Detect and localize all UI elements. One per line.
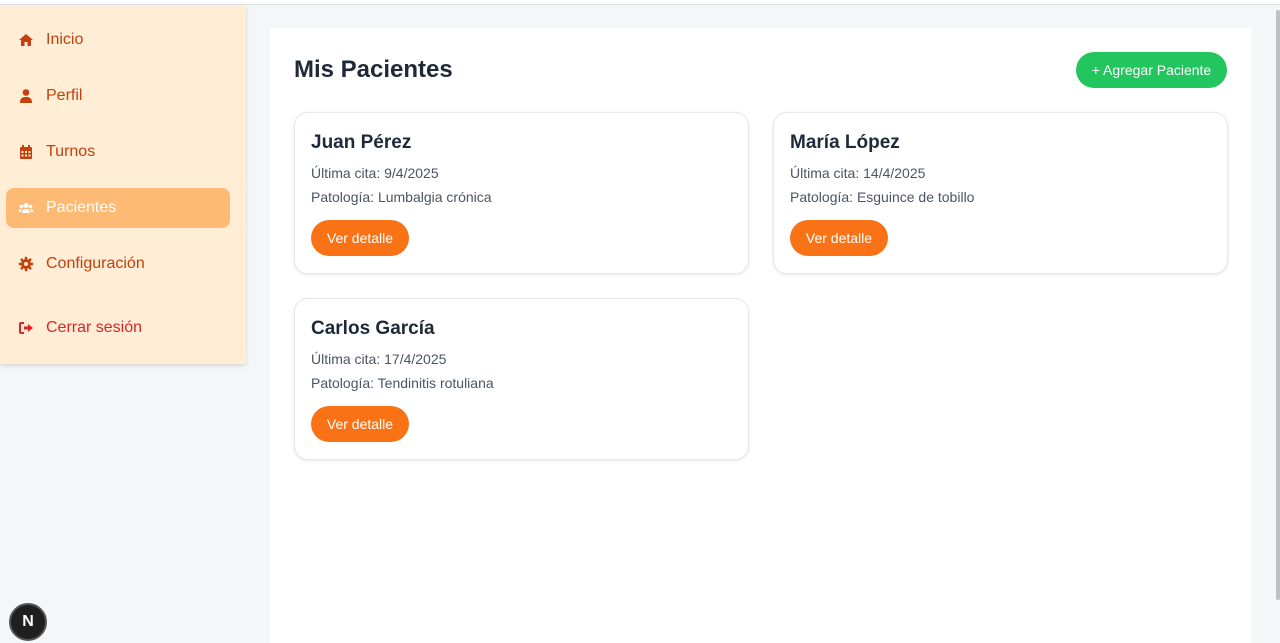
home-icon: [18, 32, 34, 48]
patient-name: María López: [790, 132, 900, 153]
sidebar-item-turnos[interactable]: Turnos: [6, 132, 230, 172]
patient-name: Carlos García: [311, 318, 435, 339]
patient-pathology: Patología: Esguince de tobillo: [790, 189, 975, 205]
sidebar-item-label: Turnos: [46, 143, 96, 160]
gear-icon: [18, 256, 34, 272]
patient-card: Juan Pérez Última cita: 9/4/2025 Patolog…: [294, 112, 749, 274]
patient-name: Juan Pérez: [311, 132, 412, 153]
sidebar-item-label: Perfil: [46, 87, 83, 104]
sidebar-item-pacientes[interactable]: Pacientes: [6, 188, 230, 228]
page-title: Mis Pacientes: [294, 56, 453, 83]
patient-last-visit: Última cita: 17/4/2025: [311, 351, 447, 367]
add-patient-button[interactable]: + Agregar Paciente: [1076, 52, 1227, 88]
sidebar-item-label: Inicio: [46, 31, 84, 48]
logout-icon: [18, 320, 34, 336]
patient-pathology: Patología: Lumbalgia crónica: [311, 189, 492, 205]
patient-pathology: Patología: Tendinitis rotuliana: [311, 375, 494, 391]
view-detail-button[interactable]: Ver detalle: [790, 220, 888, 256]
sidebar: Inicio Perfil Turnos Pacientes Configura…: [0, 5, 246, 364]
view-detail-button[interactable]: Ver detalle: [311, 220, 409, 256]
patient-last-visit: Última cita: 9/4/2025: [311, 165, 439, 181]
dev-tools-badge[interactable]: N: [9, 603, 47, 641]
patient-last-visit: Última cita: 14/4/2025: [790, 165, 926, 181]
logout-label: Cerrar sesión: [46, 319, 143, 336]
sidebar-item-label: Configuración: [46, 255, 145, 272]
patient-card: María López Última cita: 14/4/2025 Patol…: [773, 112, 1228, 274]
main-content: Mis Pacientes + Agregar Paciente Juan Pé…: [270, 28, 1251, 643]
scrollbar[interactable]: [1276, 10, 1280, 600]
users-icon: [18, 200, 34, 216]
sidebar-item-label: Pacientes: [46, 199, 117, 216]
badge-label: N: [22, 613, 34, 630]
user-icon: [18, 88, 34, 104]
patient-card: Carlos García Última cita: 17/4/2025 Pat…: [294, 298, 749, 460]
logout-button[interactable]: Cerrar sesión: [6, 308, 230, 348]
sidebar-item-perfil[interactable]: Perfil: [6, 76, 230, 116]
sidebar-item-inicio[interactable]: Inicio: [6, 20, 230, 60]
calendar-icon: [18, 144, 34, 160]
view-detail-button[interactable]: Ver detalle: [311, 406, 409, 442]
sidebar-item-configuracion[interactable]: Configuración: [6, 244, 230, 284]
